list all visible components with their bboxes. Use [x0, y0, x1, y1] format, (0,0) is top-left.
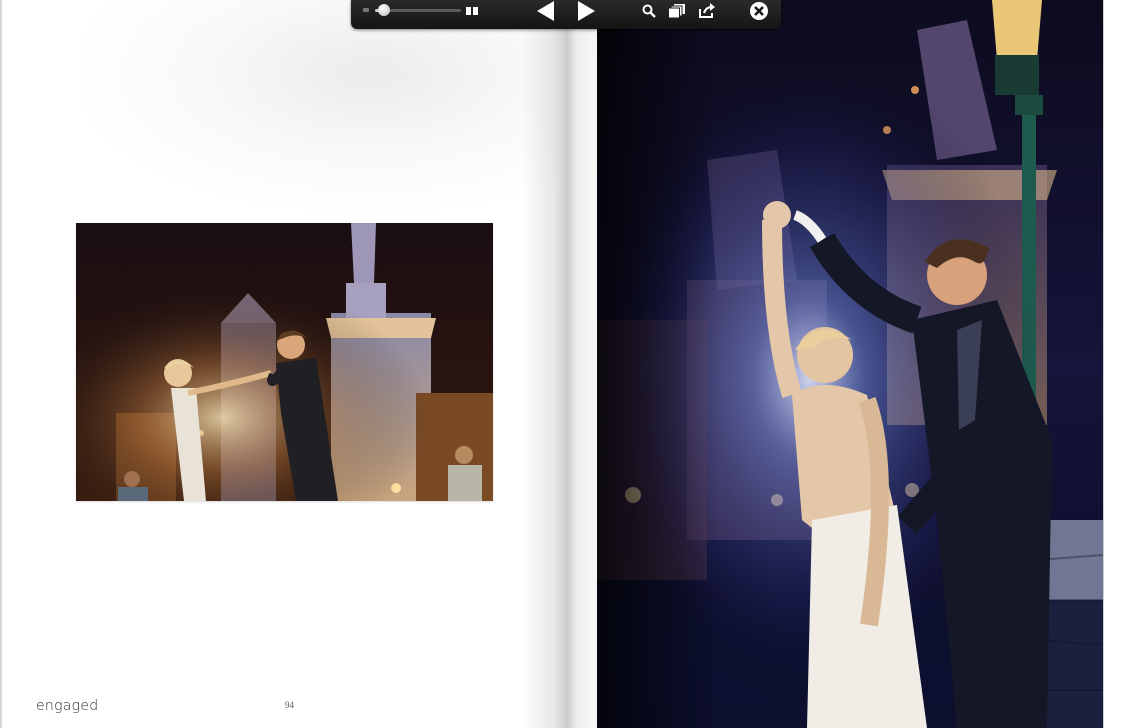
book-title: engaged — [36, 698, 99, 714]
search-icon — [642, 4, 656, 18]
zoom-slider-knob[interactable] — [377, 4, 390, 16]
share-arrow-icon — [699, 2, 715, 18]
bookmarks-button[interactable] — [667, 2, 687, 19]
next-page-button[interactable] — [575, 0, 599, 22]
small-page-icon — [363, 8, 369, 12]
close-circle-icon — [750, 2, 768, 20]
gutter-strip — [566, 0, 597, 728]
two-page-icon[interactable] — [465, 5, 479, 17]
share-button[interactable] — [697, 2, 717, 19]
close-button[interactable] — [748, 0, 770, 22]
triangle-left-icon — [537, 1, 554, 21]
right-page-edge — [1103, 0, 1129, 728]
gutter-shadow — [522, 0, 566, 728]
previous-page-button[interactable] — [533, 0, 557, 22]
left-page: engaged 94 — [2, 0, 566, 728]
page-number: 94 — [285, 700, 294, 710]
left-photo — [76, 223, 493, 501]
right-photo — [597, 0, 1103, 728]
book-viewer: engaged 94 — [0, 0, 1129, 728]
page-shading — [82, 0, 562, 210]
viewer-toolbar — [351, 0, 781, 29]
right-page-border — [1103, 0, 1104, 728]
triangle-right-icon — [578, 1, 595, 21]
search-button[interactable] — [641, 3, 657, 19]
bookmarks-icon — [668, 3, 685, 18]
